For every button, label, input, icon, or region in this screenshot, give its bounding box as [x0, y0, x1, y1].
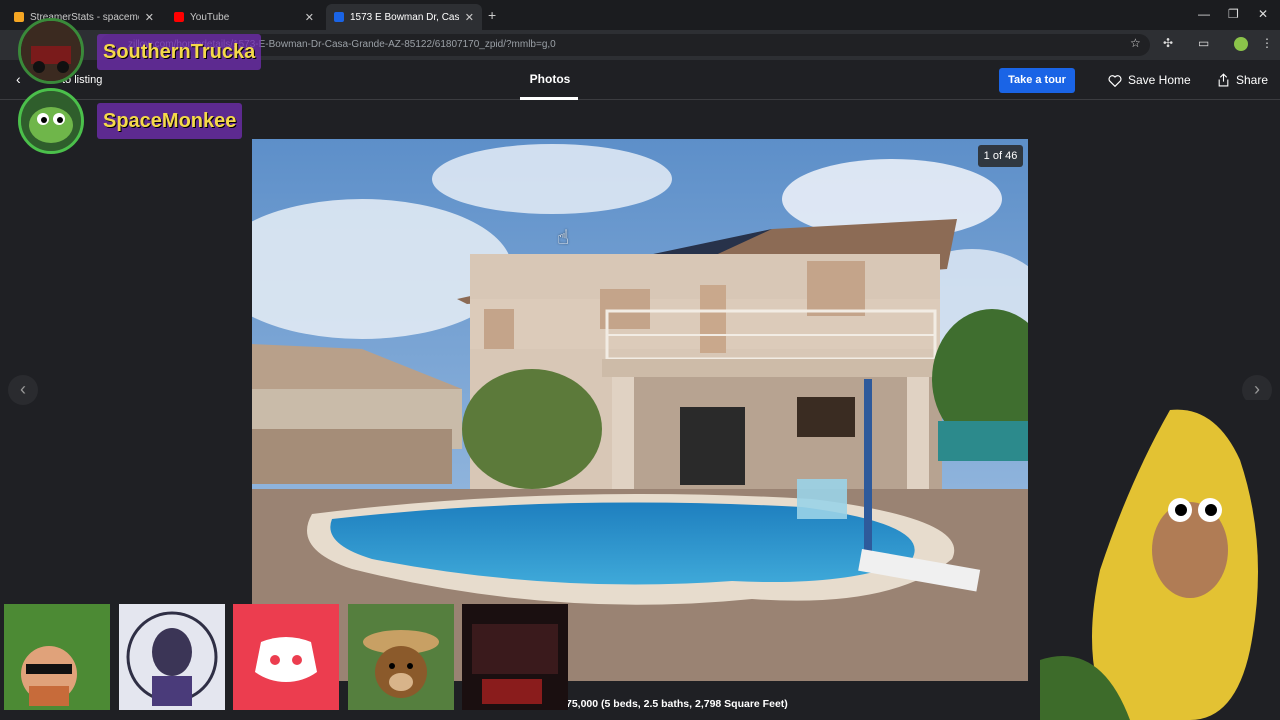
heart-icon [1108, 74, 1122, 87]
person-sunglasses-image [4, 604, 110, 710]
streamer-avatar [18, 18, 84, 84]
discord-icon [233, 604, 339, 710]
tab-title: 1573 E Bowman Dr, Casa Grande [350, 11, 459, 23]
tab-title: YouTube [190, 11, 230, 23]
discord-thumbnail[interactable] [233, 604, 339, 710]
mouse-cursor-icon: ☝ [557, 227, 570, 249]
close-tab-icon[interactable]: ✕ [305, 11, 314, 24]
bookmark-star-icon[interactable]: ☆ [1130, 36, 1141, 50]
save-home-label: Save Home [1128, 73, 1191, 87]
take-a-tour-button[interactable]: Take a tour [999, 68, 1075, 93]
sponsor-thumbnail [119, 604, 225, 710]
bear-ranger-image [348, 604, 454, 710]
house-backyard-photo [252, 139, 1028, 681]
menu-icon[interactable]: ⋮ [1261, 36, 1273, 50]
maximize-button[interactable]: ❐ [1228, 7, 1239, 21]
share-icon [1218, 73, 1229, 87]
previous-photo-button[interactable]: ‹ [8, 375, 38, 405]
close-tab-icon[interactable]: ✕ [145, 11, 154, 24]
extensions-icon[interactable]: ✣ [1163, 36, 1173, 50]
sponsor-thumbnail [462, 604, 568, 710]
youtube-icon [174, 12, 184, 22]
minimize-button[interactable]: — [1198, 7, 1210, 21]
tab-photos[interactable]: Photos [520, 72, 580, 86]
anime-character-image [119, 604, 225, 710]
active-tab-indicator [520, 97, 578, 100]
chevron-left-icon[interactable]: ‹ [16, 71, 21, 87]
save-home-button[interactable]: Save Home [1108, 73, 1191, 87]
streamer-name-label: SouthernTrucka [97, 34, 262, 70]
close-tab-icon[interactable]: ✕ [465, 11, 474, 24]
webcam-banana-character [1040, 400, 1280, 720]
photo-caption: 75,000 (5 beds, 2.5 baths, 2,798 Square … [566, 698, 788, 710]
close-window-button[interactable]: ✕ [1258, 7, 1268, 21]
sidebar-icon[interactable]: ▭ [1198, 36, 1209, 50]
chevron-left-icon: ‹ [20, 379, 26, 399]
banana-costume-image [1040, 400, 1280, 720]
photo-counter: 1 of 46 [978, 145, 1023, 167]
zillow-icon [334, 12, 344, 22]
share-label: Share [1236, 73, 1269, 87]
sponsor-thumbnail [348, 604, 454, 710]
bar-chart-icon [14, 12, 24, 22]
dark-gaming-image [462, 604, 568, 710]
tab-zillow[interactable]: 1573 E Bowman Dr, Casa Grande ✕ [326, 4, 482, 30]
streamer-name-label: SpaceMonkee [97, 103, 243, 139]
share-button[interactable]: Share [1217, 73, 1268, 87]
frog-avatar-image [21, 91, 81, 151]
sponsor-thumbnail [4, 604, 110, 710]
tab-youtube[interactable]: YouTube ✕ [166, 4, 322, 30]
profile-avatar[interactable] [1234, 37, 1248, 51]
browser-tab-bar: StreamerStats - spacemonkee ✕ YouTube ✕ … [0, 0, 1280, 30]
new-tab-button[interactable]: + [488, 7, 496, 23]
listing-photo[interactable] [252, 139, 1028, 681]
truck-avatar-image [21, 21, 81, 81]
streamer-avatar [18, 88, 84, 154]
chevron-right-icon: › [1254, 379, 1260, 399]
